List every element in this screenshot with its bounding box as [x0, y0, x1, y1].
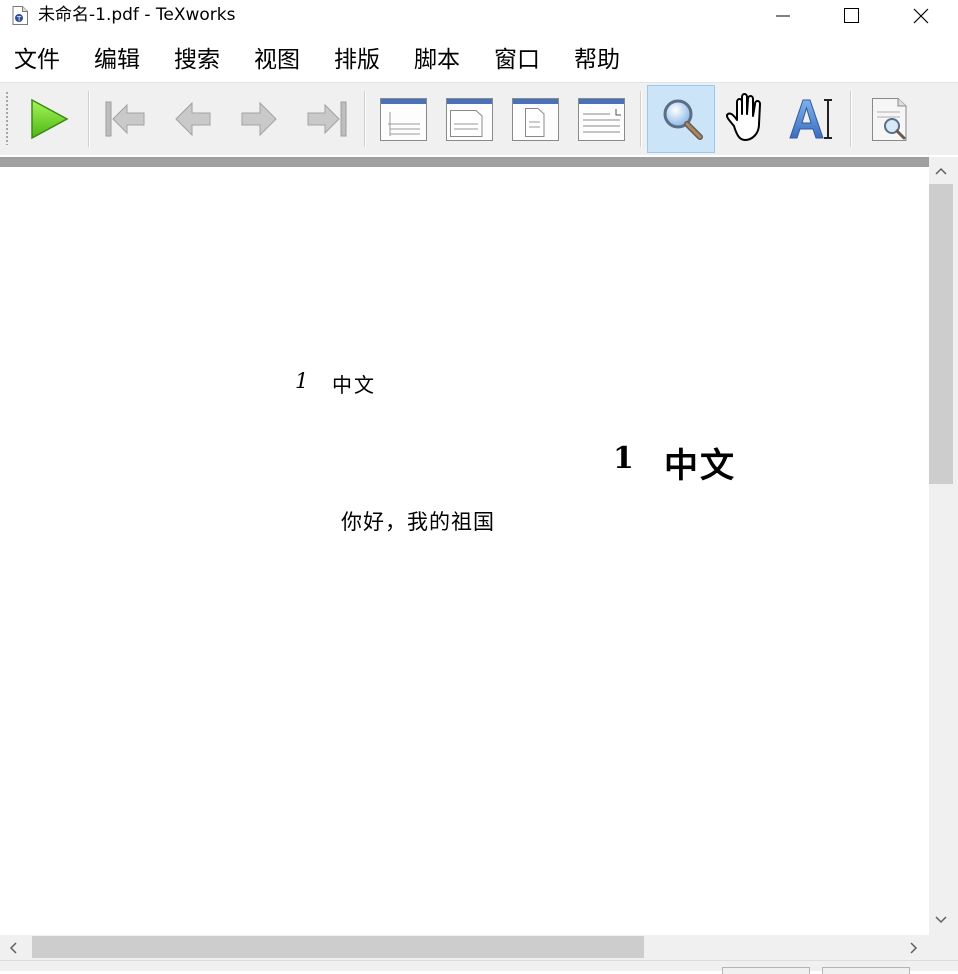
actual-size-icon	[380, 98, 427, 141]
minimize-icon	[776, 15, 790, 17]
menu-edit[interactable]: 编辑	[94, 44, 140, 76]
menu-view[interactable]: 视图	[254, 44, 300, 76]
svg-text:T: T	[16, 15, 22, 23]
select-text-tool-button[interactable]	[780, 86, 846, 152]
menu-search[interactable]: 搜索	[174, 44, 220, 76]
scroll-left-icon[interactable]	[8, 941, 18, 955]
first-page-button[interactable]	[92, 86, 158, 152]
fit-window-icon	[512, 98, 559, 141]
section-title: 中文	[664, 446, 736, 486]
scroll-right-icon[interactable]	[909, 941, 919, 955]
magnifier-icon	[663, 99, 703, 140]
close-icon	[913, 8, 929, 24]
first-page-icon	[105, 101, 145, 137]
toolbar-separator	[640, 91, 641, 147]
actual-size-button[interactable]	[370, 86, 436, 152]
status-segment	[822, 967, 910, 974]
next-page-button[interactable]	[226, 86, 292, 152]
menu-window[interactable]: 窗口	[494, 44, 540, 76]
window-title: 未命名-1.pdf - TeXworks	[38, 5, 236, 25]
toc-entry-title: 中文	[332, 373, 376, 397]
fit-width-icon	[446, 98, 493, 141]
fit-width-button[interactable]	[436, 86, 502, 152]
menu-typeset[interactable]: 排版	[334, 44, 380, 76]
toolbar	[0, 82, 958, 155]
fit-text-button[interactable]	[568, 86, 634, 152]
maximize-button[interactable]	[828, 0, 874, 32]
menu-help[interactable]: 帮助	[574, 44, 620, 76]
vertical-scroll-thumb[interactable]	[929, 184, 953, 484]
horizontal-scroll-thumb[interactable]	[32, 936, 644, 958]
toolbar-separator	[88, 91, 89, 147]
previous-page-icon	[175, 101, 211, 137]
maximize-icon	[844, 8, 859, 23]
menu-file[interactable]: 文件	[14, 44, 60, 76]
magnify-tool-button[interactable]	[647, 85, 715, 153]
toolbar-separator	[364, 91, 365, 147]
status-bar	[0, 960, 958, 974]
scrollbar-corner	[929, 935, 958, 960]
status-segment	[722, 967, 810, 974]
last-page-button[interactable]	[294, 86, 360, 152]
fit-window-button[interactable]	[502, 86, 568, 152]
page-top-margin	[0, 157, 929, 167]
scroll-down-icon[interactable]	[934, 915, 948, 925]
toc-entry-number: 1	[295, 369, 309, 393]
last-page-icon	[307, 101, 347, 137]
fit-text-icon	[578, 98, 625, 141]
scroll-tool-button[interactable]	[714, 86, 780, 152]
scroll-up-icon[interactable]	[934, 166, 948, 176]
toolbar-separator	[850, 91, 851, 147]
next-page-icon	[241, 101, 277, 137]
menu-scripts[interactable]: 脚本	[414, 44, 460, 76]
find-button[interactable]	[858, 86, 924, 152]
hand-icon	[725, 93, 761, 141]
section-number: 1	[613, 441, 634, 476]
toolbar-grip[interactable]	[5, 91, 9, 145]
title-bar: T 未命名-1.pdf - TeXworks	[0, 0, 958, 32]
horizontal-scrollbar[interactable]	[0, 935, 929, 960]
play-icon	[31, 98, 69, 140]
typeset-button[interactable]	[16, 86, 82, 152]
previous-page-button[interactable]	[160, 86, 226, 152]
menu-bar: 文件 编辑 搜索 视图 排版 脚本 窗口 帮助	[0, 40, 958, 80]
close-button[interactable]	[898, 0, 944, 32]
pdf-page[interactable]	[0, 167, 929, 935]
minimize-button[interactable]	[760, 0, 806, 32]
find-document-icon	[872, 98, 907, 141]
vertical-scrollbar[interactable]	[929, 157, 958, 935]
pdf-document-icon: T	[12, 6, 28, 25]
text-select-icon	[789, 99, 832, 139]
body-paragraph: 你好，我的祖国	[341, 510, 495, 534]
